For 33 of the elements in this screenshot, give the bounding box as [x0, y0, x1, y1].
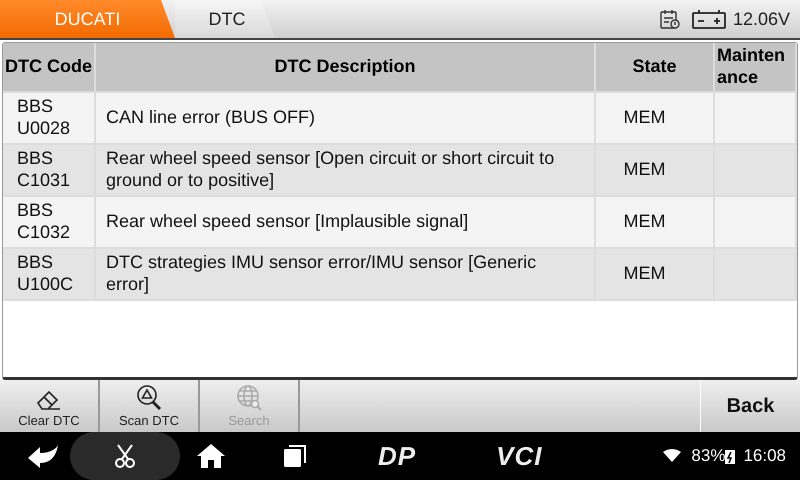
- vci-logo[interactable]: VCI: [496, 440, 542, 472]
- column-header: Mainten ance: [715, 43, 797, 93]
- back-icon[interactable]: [26, 443, 60, 469]
- table-cell: MEM: [596, 249, 715, 301]
- table-cell: BBS C1032: [3, 197, 96, 249]
- table-cell: BBS U100C: [3, 249, 96, 301]
- calendar-icon: [658, 8, 681, 30]
- charging-battery-icon: [725, 448, 736, 464]
- clock-time: 16:08: [743, 446, 786, 466]
- table-cell: BBS U0028: [3, 93, 96, 145]
- column-header: DTC Code: [3, 43, 96, 93]
- battery-icon: [690, 8, 727, 30]
- table-cell: Rear wheel speed sensor [Implausible signal]: [96, 197, 596, 249]
- column-header: State: [596, 43, 715, 93]
- wifi-icon: [663, 449, 682, 463]
- table-cell: Rear wheel speed sensor [Open circuit or short circuit to ground or to positive]: [96, 145, 596, 197]
- dp-logo[interactable]: DP: [378, 440, 416, 472]
- column-header: DTC Description: [96, 43, 596, 93]
- recent-apps-icon[interactable]: [282, 443, 308, 469]
- scissors-icon: [112, 443, 138, 469]
- table-cell: DTC strategies IMU sensor error/IMU sensor [Generic error]: [96, 249, 596, 301]
- home-icon[interactable]: [196, 443, 226, 469]
- breadcrumb-tab[interactable]: DTC: [175, 0, 275, 38]
- screenshot-button[interactable]: [70, 432, 180, 480]
- table-cell: MEM: [596, 145, 715, 197]
- table-cell: MEM: [596, 93, 715, 145]
- table-cell: MEM: [596, 197, 715, 249]
- search-icon: [134, 383, 164, 413]
- battery-level: 83%: [691, 446, 726, 466]
- globe-icon: [234, 383, 264, 413]
- voltage-reading: 12.06V: [732, 8, 790, 30]
- table-cell: CAN line error (BUS OFF): [96, 93, 596, 145]
- table-cell: BBS C1031: [3, 145, 96, 197]
